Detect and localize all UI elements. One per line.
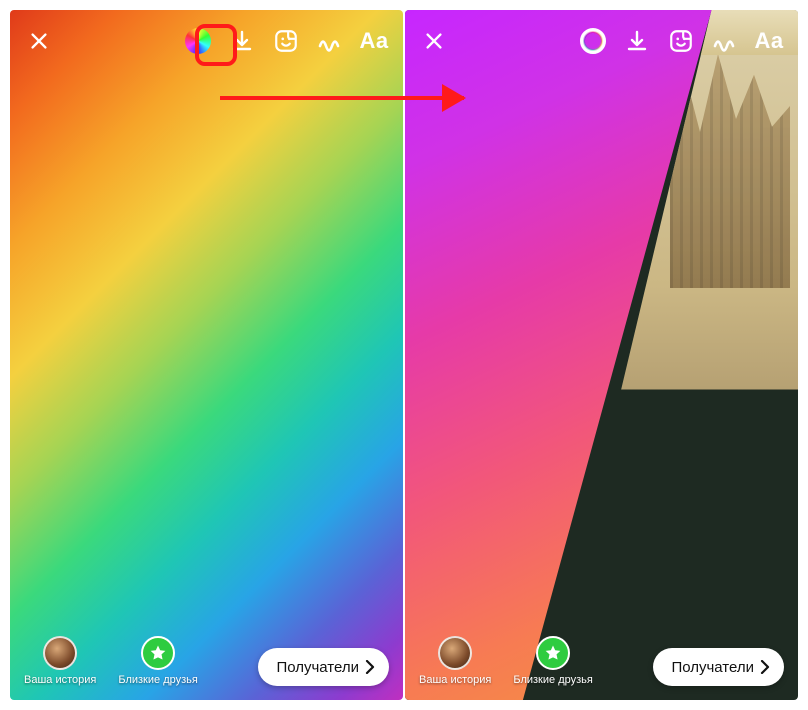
close-icon[interactable] — [24, 26, 54, 56]
star-icon — [141, 636, 175, 670]
gradient-picker-icon[interactable] — [183, 26, 213, 56]
story-bottom-bar: Ваша история Близкие друзья Получатели — [405, 636, 798, 686]
your-story-button[interactable]: Ваша история — [419, 636, 491, 686]
chevron-right-icon — [760, 660, 770, 674]
your-story-button[interactable]: Ваша история — [24, 636, 96, 686]
recipients-button[interactable]: Получатели — [258, 648, 389, 686]
recipients-button[interactable]: Получатели — [653, 648, 784, 686]
screen-before: Aa Ваша история Близкие друзья Получател… — [10, 10, 403, 700]
gradient-picker-icon[interactable] — [578, 26, 608, 56]
download-icon[interactable] — [227, 26, 257, 56]
your-story-label: Ваша история — [24, 674, 96, 686]
sticker-icon[interactable] — [271, 26, 301, 56]
text-tool-button[interactable]: Aa — [359, 26, 389, 56]
close-friends-button[interactable]: Близкие друзья — [513, 636, 592, 686]
story-topbar: Aa — [405, 10, 798, 72]
story-background-composite — [405, 10, 798, 700]
screen-after: Aa Ваша история Близкие друзья Получател… — [405, 10, 798, 700]
close-friends-label: Близкие друзья — [118, 674, 197, 686]
close-icon[interactable] — [419, 26, 449, 56]
draw-icon[interactable] — [315, 26, 345, 56]
chevron-right-icon — [365, 660, 375, 674]
avatar — [43, 636, 77, 670]
recipients-label: Получатели — [276, 659, 359, 676]
star-icon — [536, 636, 570, 670]
sticker-icon[interactable] — [666, 26, 696, 56]
download-icon[interactable] — [622, 26, 652, 56]
avatar — [438, 636, 472, 670]
close-friends-button[interactable]: Близкие друзья — [118, 636, 197, 686]
close-friends-label: Близкие друзья — [513, 674, 592, 686]
your-story-label: Ваша история — [419, 674, 491, 686]
story-topbar: Aa — [10, 10, 403, 72]
text-tool-button[interactable]: Aa — [754, 26, 784, 56]
recipients-label: Получатели — [671, 659, 754, 676]
story-bottom-bar: Ваша история Близкие друзья Получатели — [10, 636, 403, 686]
draw-icon[interactable] — [710, 26, 740, 56]
comparison-stage: Aa Ваша история Близкие друзья Получател… — [0, 0, 808, 710]
story-background-rainbow — [10, 10, 403, 700]
